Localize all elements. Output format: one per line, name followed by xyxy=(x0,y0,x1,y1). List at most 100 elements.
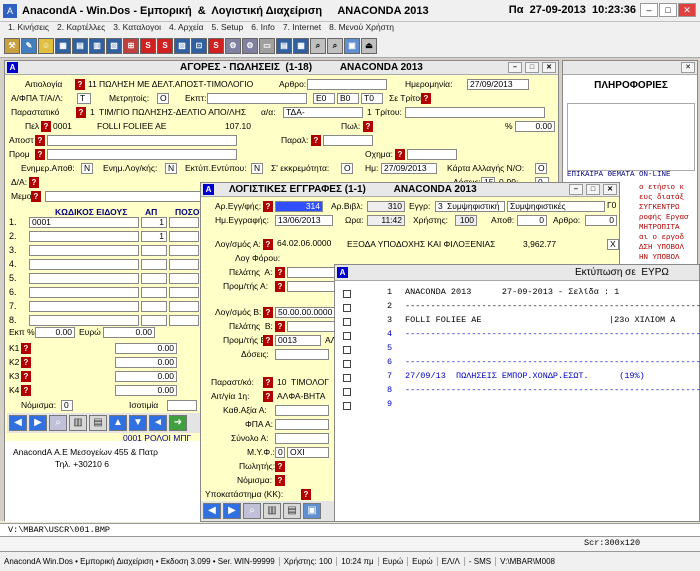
ektyp-field[interactable]: Ν xyxy=(251,163,263,174)
table-row[interactable]: 0001 1 xyxy=(29,217,199,231)
minimize-icon[interactable]: – xyxy=(569,184,583,195)
item-code-cell[interactable] xyxy=(29,231,139,242)
ekp-field[interactable]: 0.00 xyxy=(35,327,75,338)
line-checkbox[interactable] xyxy=(343,332,351,340)
item-ap-cell[interactable] xyxy=(141,315,167,326)
close-icon[interactable]: ✕ xyxy=(603,184,617,195)
search-icon[interactable]: ⌕ xyxy=(327,38,343,54)
search-record-icon[interactable]: ⌕ xyxy=(49,415,67,431)
paral-field[interactable] xyxy=(323,135,373,146)
item-code-cell[interactable] xyxy=(29,315,139,326)
item-ap-cell[interactable] xyxy=(141,245,167,256)
lookup-icon[interactable]: ? xyxy=(21,371,31,382)
lookup-icon[interactable]: ? xyxy=(275,321,285,332)
logA-x[interactable]: X xyxy=(607,239,619,250)
lookup-icon[interactable]: ? xyxy=(275,281,285,292)
toolbar-tool-icon[interactable]: ⚙ xyxy=(242,38,258,54)
eyrw-field[interactable]: 0.00 xyxy=(103,327,155,338)
toolbar-tool-icon[interactable]: ⊞ xyxy=(123,38,139,54)
nomisma-field[interactable]: 0 xyxy=(61,400,73,411)
item-pos-cell[interactable] xyxy=(169,301,199,312)
lookup-icon[interactable]: ? xyxy=(21,357,31,368)
toolbar-tool-icon[interactable]: ▣ xyxy=(344,38,360,54)
item-code-cell[interactable] xyxy=(29,259,139,270)
toolbar-tool-icon[interactable]: ▤ xyxy=(276,38,292,54)
promB-field[interactable]: 0013 xyxy=(275,335,321,346)
lookup-icon[interactable]: ? xyxy=(35,149,45,160)
pelA-field[interactable] xyxy=(287,267,337,278)
toolbar-tool-icon[interactable]: ✎ xyxy=(21,38,37,54)
next-record-icon[interactable]: ▶ xyxy=(29,415,47,431)
search-record-icon[interactable]: ⌕ xyxy=(243,503,261,519)
xrhsths-field[interactable]: 100 xyxy=(455,215,477,226)
up-icon[interactable]: ▲ xyxy=(109,415,127,431)
table-row[interactable] xyxy=(29,301,199,315)
kathaxia-field[interactable] xyxy=(275,405,329,416)
close-icon[interactable]: ✕ xyxy=(681,62,695,73)
menu-info[interactable]: 6. Info xyxy=(251,22,275,36)
close-icon[interactable]: ✕ xyxy=(678,3,696,17)
lookup-icon[interactable]: ? xyxy=(395,149,405,160)
prom-field[interactable] xyxy=(47,149,237,160)
metrhtos-field[interactable]: O xyxy=(157,93,169,104)
menu-xristi[interactable]: 8. Μενού Χρήστη xyxy=(329,22,394,36)
item-ap-cell[interactable] xyxy=(141,301,167,312)
enhm-field[interactable]: Ν xyxy=(81,163,93,174)
lookup-icon[interactable]: ? xyxy=(21,343,31,354)
logB-field[interactable]: 50.00.00.0000 xyxy=(275,307,337,318)
toolbar-tool-icon[interactable]: S xyxy=(208,38,224,54)
prev-record-icon[interactable]: ◀ xyxy=(203,503,221,519)
menu-setup[interactable]: 5. Setup xyxy=(212,22,244,36)
table-row[interactable] xyxy=(29,273,199,287)
item-pos-cell[interactable] xyxy=(169,315,199,326)
memo-field[interactable] xyxy=(45,191,205,202)
ekpt-code-t[interactable]: Τ0 xyxy=(361,93,383,104)
line-checkbox[interactable] xyxy=(343,290,351,298)
menu-internet[interactable]: 7. Internet xyxy=(283,22,321,36)
k4-field[interactable]: 0.00 xyxy=(115,385,177,396)
item-pos-cell[interactable] xyxy=(169,287,199,298)
close-icon[interactable]: ✕ xyxy=(542,62,556,73)
toolbar-tool-icon[interactable]: ⚒ xyxy=(4,38,20,54)
menu-kiniseis[interactable]: 1. Κινήσεις xyxy=(8,22,49,36)
ekkr-field[interactable]: O xyxy=(341,163,353,174)
toolbar-tool-icon[interactable]: S xyxy=(140,38,156,54)
print-icon[interactable]: ▥ xyxy=(263,503,281,519)
karta-field[interactable]: O xyxy=(535,163,547,174)
toolbar-tool-icon[interactable]: ⊡ xyxy=(191,38,207,54)
hmeggr-field[interactable]: 13/06/2013 xyxy=(275,215,333,226)
arvivl-field[interactable]: 310 xyxy=(367,201,405,212)
item-code-cell[interactable] xyxy=(29,245,139,256)
item-ap-cell[interactable]: 1 xyxy=(141,231,167,242)
pct-field[interactable]: 0.00 xyxy=(515,121,555,132)
myf-text[interactable]: ΟΧΙ xyxy=(287,447,329,458)
prev-icon[interactable]: ◄ xyxy=(149,415,167,431)
line-checkbox[interactable] xyxy=(343,402,351,410)
table-row[interactable] xyxy=(29,259,199,273)
k2-field[interactable]: 0.00 xyxy=(115,357,177,368)
doses-field[interactable] xyxy=(275,349,329,360)
item-code-cell[interactable]: 0001 xyxy=(29,217,139,228)
lookup-icon[interactable]: ? xyxy=(35,135,45,146)
first-record-icon[interactable]: ◀ xyxy=(9,415,27,431)
toolbar-tool-icon[interactable]: ⚙ xyxy=(225,38,241,54)
line-checkbox[interactable] xyxy=(343,304,351,312)
lookup-icon[interactable]: ? xyxy=(263,201,273,212)
k3-field[interactable]: 0.00 xyxy=(115,371,177,382)
fpa-field[interactable] xyxy=(275,419,329,430)
lookup-icon[interactable]: ? xyxy=(41,121,51,132)
apost-field[interactable] xyxy=(47,135,237,146)
line-checkbox[interactable] xyxy=(343,346,351,354)
oxhma-field[interactable] xyxy=(407,149,457,160)
item-ap-cell[interactable] xyxy=(141,287,167,298)
lookup-icon[interactable]: ? xyxy=(75,79,85,90)
lookup-icon[interactable]: ? xyxy=(21,385,31,396)
lookup-icon[interactable]: ? xyxy=(311,135,321,146)
news-line[interactable]: ο ετήσιο κ xyxy=(639,183,697,193)
isotimia-field[interactable] xyxy=(167,400,197,411)
news-line[interactable]: ΜΗΤΡΟΠΙΤΑ xyxy=(639,223,697,233)
document-icon[interactable]: ▤ xyxy=(283,503,301,519)
toolbar-tool-icon[interactable]: ▦ xyxy=(293,38,309,54)
item-ap-cell[interactable] xyxy=(141,273,167,284)
item-ap-cell[interactable] xyxy=(141,259,167,270)
